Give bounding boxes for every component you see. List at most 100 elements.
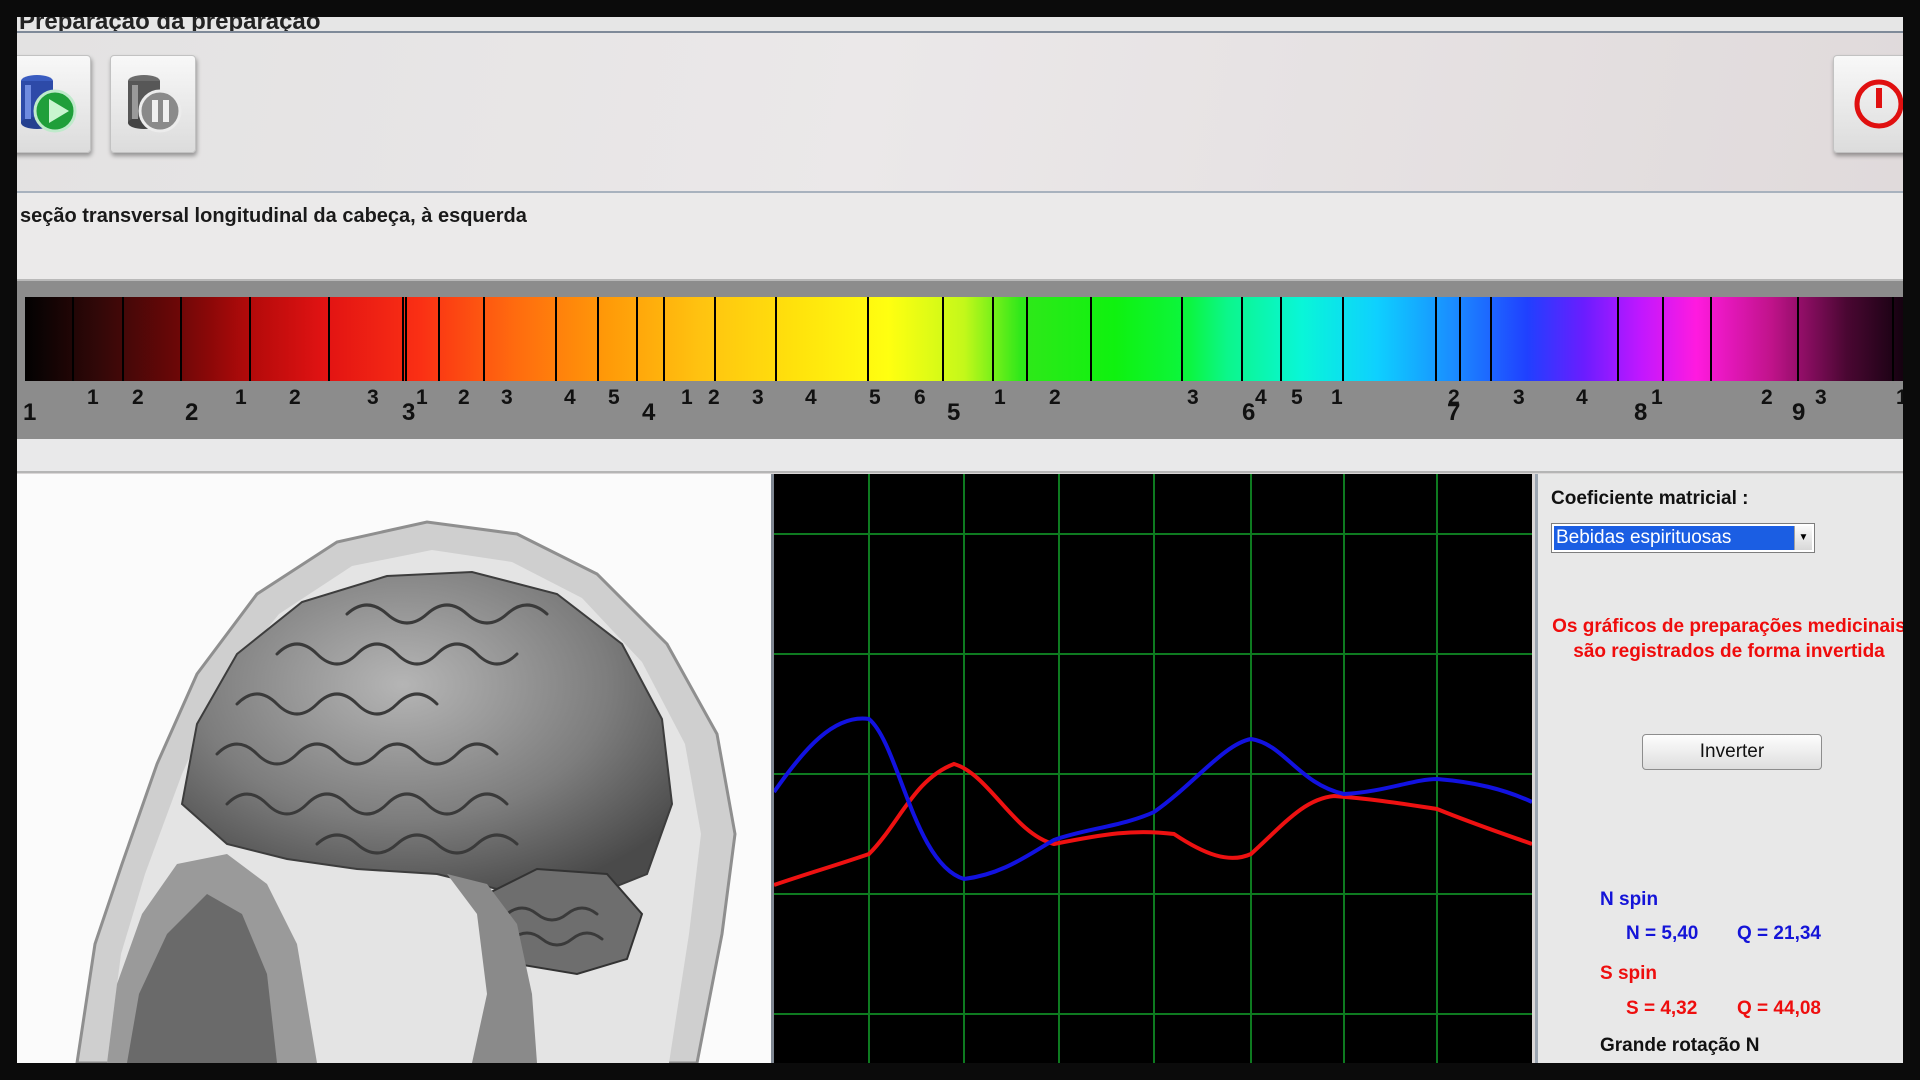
spectrum-scale: 12123123451234561234512341231123456789 — [17, 281, 1903, 439]
db-pause-icon — [128, 75, 182, 133]
pause-button[interactable] — [110, 55, 196, 153]
coef-label: Coeficiente matricial : — [1551, 488, 1749, 509]
head-cross-section-image — [17, 474, 771, 1063]
spectrum-tick — [1662, 297, 1664, 381]
side-panel: Coeficiente matricial : Bebidas espiritu… — [1535, 474, 1903, 1063]
spectrum-tick — [867, 297, 869, 381]
n-q-value: Q = 21,34 — [1737, 923, 1821, 944]
spectrum-tick — [1181, 297, 1183, 381]
spectrum-tick — [1797, 297, 1799, 381]
spectrum-minor-label: 1 — [681, 386, 693, 409]
spectrum-major-label: 4 — [642, 399, 656, 426]
s-q-value: Q = 44,08 — [1737, 998, 1821, 1019]
spectrum-minor-label: 3 — [752, 386, 764, 409]
separator-band — [17, 439, 1903, 473]
window-title-bar: Preparação da preparação — [17, 17, 1903, 33]
spectrum-minor-label: 2 — [1049, 386, 1061, 409]
play-button[interactable] — [17, 55, 91, 153]
spectrum-minor-label: 1 — [1331, 386, 1343, 409]
spectrum-major-label: 9 — [1792, 399, 1806, 426]
spectrum-tick — [438, 297, 440, 381]
spectrum-minor-label: 2 — [1761, 386, 1773, 409]
spectrum-minor-label: 2 — [289, 386, 301, 409]
spectrum-minor-label: 3 — [501, 386, 513, 409]
spectrum-tick — [328, 297, 330, 381]
spectrum-tick — [1026, 297, 1028, 381]
spectrum-minor-label: 1 — [235, 386, 247, 409]
spectrum-minor-label: 2 — [132, 386, 144, 409]
spectrum-tick — [72, 297, 74, 381]
spectrum-tick — [1280, 297, 1282, 381]
spectrum-major-label: 8 — [1634, 399, 1648, 426]
spectrum-tick — [483, 297, 485, 381]
spectrum-tick — [405, 297, 407, 381]
spectrum-tick — [1710, 297, 1712, 381]
spectrum-tick — [636, 297, 638, 381]
power-button[interactable] — [1833, 55, 1903, 153]
coef-select[interactable]: Bebidas espirituosas ▼ — [1551, 523, 1815, 553]
chevron-down-icon[interactable]: ▼ — [1794, 526, 1812, 550]
inverted-notice: Os gráficos de preparações medicinais sã… — [1552, 616, 1903, 662]
n-value: N = 5,40 — [1626, 923, 1699, 944]
spectrum-tick — [942, 297, 944, 381]
spectrum-tick — [1892, 297, 1894, 381]
spectrum-tick — [714, 297, 716, 381]
spectrum-minor-label: 1 — [416, 386, 428, 409]
spectrum-tick — [1090, 297, 1092, 381]
spectrum-minor-label: 3 — [367, 386, 379, 409]
coef-select-value: Bebidas espirituosas — [1554, 526, 1794, 550]
spectrum-minor-label: 4 — [805, 386, 817, 409]
spectrum-tick — [1342, 297, 1344, 381]
db-play-icon — [21, 75, 77, 133]
spectrum-tick — [555, 297, 557, 381]
head-section-image-panel — [17, 474, 774, 1063]
invert-button[interactable]: Inverter — [1642, 734, 1822, 770]
s-value: S = 4,32 — [1626, 998, 1698, 1019]
spectrum-minor-label: 5 — [608, 386, 620, 409]
graph-canvas — [774, 474, 1532, 1063]
spectrum-minor-label: 3 — [1513, 386, 1525, 409]
window-title: Preparação da preparação — [19, 17, 321, 33]
rotation-label: Grande rotação N — [1600, 1035, 1760, 1056]
spectrum-major-label: 7 — [1447, 399, 1461, 426]
section-caption: seção transversal longitudinal da cabeça… — [20, 205, 527, 227]
spectrum-tick-labels: 12123123451234561234512341231123456789 — [23, 385, 1903, 435]
spectrum-minor-label: 5 — [1291, 386, 1303, 409]
spectrum-tick — [1435, 297, 1437, 381]
spectrum-tick — [1459, 297, 1461, 381]
spin-graph — [774, 474, 1532, 1063]
spectrum-tick — [992, 297, 994, 381]
spectrum-major-label: 1 — [23, 399, 37, 426]
n-spin-label: N spin — [1600, 889, 1659, 910]
spectrum-tick — [1617, 297, 1619, 381]
spectrum-minor-label: 3 — [1815, 386, 1827, 409]
s-spin-label: S spin — [1600, 963, 1658, 984]
spectrum-minor-label: 6 — [914, 386, 926, 409]
spectrum-tick — [663, 297, 665, 381]
spectrum-tick — [597, 297, 599, 381]
spectrum-tick — [180, 297, 182, 381]
spectrum-tick — [122, 297, 124, 381]
spectrum-tick — [775, 297, 777, 381]
spectrum-major-label: 5 — [947, 399, 961, 426]
spectrum-tick — [249, 297, 251, 381]
spectrum-major-label: 2 — [185, 399, 199, 426]
spectrum-minor-label: 1 — [1651, 386, 1663, 409]
spectrum-minor-label: 1 — [1896, 386, 1903, 409]
spectrum-major-label: 3 — [402, 399, 416, 426]
spectrum-minor-label: 2 — [458, 386, 470, 409]
caption-bar: seção transversal longitudinal da cabeça… — [17, 193, 1903, 281]
spectrum-minor-label: 1 — [994, 386, 1006, 409]
spectrum-tick — [1490, 297, 1492, 381]
spectrum-tick — [402, 297, 404, 381]
graph-grid — [774, 474, 1532, 1063]
spectrum-minor-label: 2 — [708, 386, 720, 409]
app-window: Preparação da preparação seção transvers… — [17, 17, 1903, 1063]
spectrum-minor-label: 1 — [87, 386, 99, 409]
color-spectrum-bar[interactable] — [25, 297, 1903, 381]
spectrum-tick — [1241, 297, 1243, 381]
power-icon — [1854, 79, 1903, 129]
spectrum-minor-label: 5 — [869, 386, 881, 409]
spectrum-minor-label: 4 — [1576, 386, 1588, 409]
toolbar — [17, 33, 1903, 193]
